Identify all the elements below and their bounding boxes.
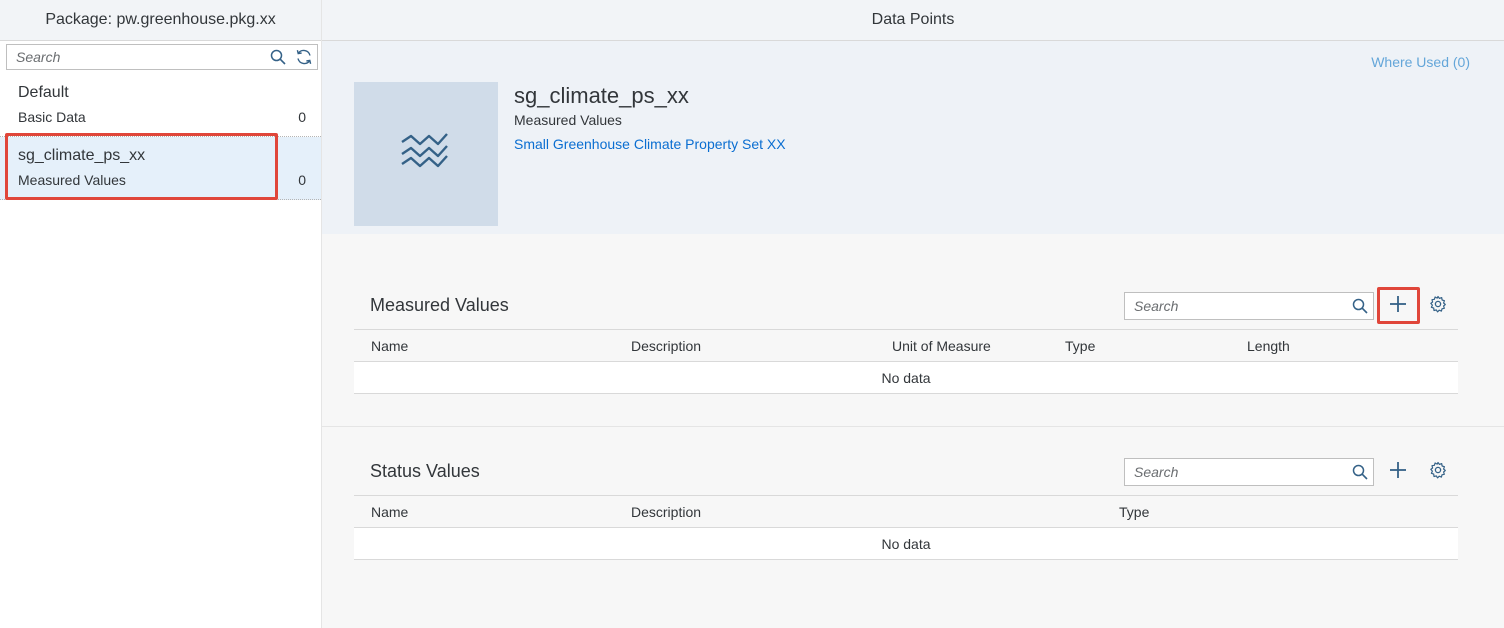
add-status-value-button[interactable]: [1380, 457, 1416, 487]
no-data-row: No data: [354, 528, 1458, 560]
settings-icon: [1429, 295, 1447, 318]
status-search-input[interactable]: [1125, 459, 1347, 485]
data-wave-icon: [400, 132, 452, 177]
object-header: Where Used (0) sg_climate_ps_xx Measured…: [322, 41, 1504, 234]
measured-search-input[interactable]: [1125, 293, 1347, 319]
column-header-length[interactable]: Length: [1247, 338, 1290, 354]
master-search-input[interactable]: [7, 45, 265, 69]
list-item-count: 0: [298, 109, 306, 125]
column-header-type[interactable]: Type: [1065, 338, 1095, 354]
column-header-description[interactable]: Description: [631, 338, 701, 354]
search-icon[interactable]: [265, 45, 291, 69]
column-header-name[interactable]: Name: [371, 338, 408, 354]
list-item-subtitle: Basic Data: [18, 109, 86, 125]
column-header-unit[interactable]: Unit of Measure: [892, 338, 991, 354]
list-item-title: sg_climate_ps_xx: [18, 147, 146, 164]
column-header-description[interactable]: Description: [631, 504, 701, 520]
list-item-count: 0: [298, 172, 306, 188]
search-icon[interactable]: [1347, 460, 1373, 484]
no-data-row: No data: [354, 362, 1458, 394]
measured-settings-button[interactable]: [1420, 291, 1456, 321]
measured-search-field[interactable]: [1124, 292, 1374, 320]
status-search-field[interactable]: [1124, 458, 1374, 486]
add-measured-value-button[interactable]: [1380, 291, 1416, 321]
measured-values-title: Measured Values: [370, 295, 509, 315]
column-header-name[interactable]: Name: [371, 504, 408, 520]
status-values-title: Status Values: [370, 461, 480, 481]
table-header: Name Description Unit of Measure Type Le…: [354, 329, 1458, 362]
list-item-title: Default: [18, 84, 69, 101]
status-values-table: Name Description Type No data: [354, 495, 1458, 560]
list-item-default[interactable]: Default Basic Data 0: [0, 74, 321, 137]
search-icon[interactable]: [1347, 294, 1373, 318]
package-list: Default Basic Data 0 sg_climate_ps_xx Me…: [0, 74, 321, 200]
object-title: sg_climate_ps_xx: [514, 83, 689, 108]
list-item-sg-climate[interactable]: sg_climate_ps_xx Measured Values 0: [0, 137, 321, 200]
object-image: [354, 82, 498, 226]
list-item-subtitle: Measured Values: [18, 172, 126, 188]
detail-pane: Data Points Where Used (0) sg_climate_ps…: [322, 0, 1504, 628]
master-pane: Package: pw.greenhouse.pkg.xx Default Ba…: [0, 0, 322, 628]
object-description-link[interactable]: Small Greenhouse Climate Property Set XX: [514, 136, 786, 152]
where-used-link[interactable]: Where Used (0): [1371, 54, 1470, 70]
master-title: Package: pw.greenhouse.pkg.xx: [0, 0, 321, 41]
settings-icon: [1429, 461, 1447, 484]
add-icon: [1389, 461, 1407, 484]
refresh-icon[interactable]: [291, 45, 317, 69]
column-header-type[interactable]: Type: [1119, 504, 1149, 520]
measured-values-table: Name Description Unit of Measure Type Le…: [354, 329, 1458, 394]
add-icon: [1389, 295, 1407, 318]
detail-title: Data Points: [322, 0, 1504, 41]
table-header: Name Description Type: [354, 495, 1458, 528]
status-settings-button[interactable]: [1420, 457, 1456, 487]
object-subtitle: Measured Values: [514, 112, 622, 128]
section-divider: [322, 426, 1504, 427]
master-search-field[interactable]: [6, 44, 318, 70]
